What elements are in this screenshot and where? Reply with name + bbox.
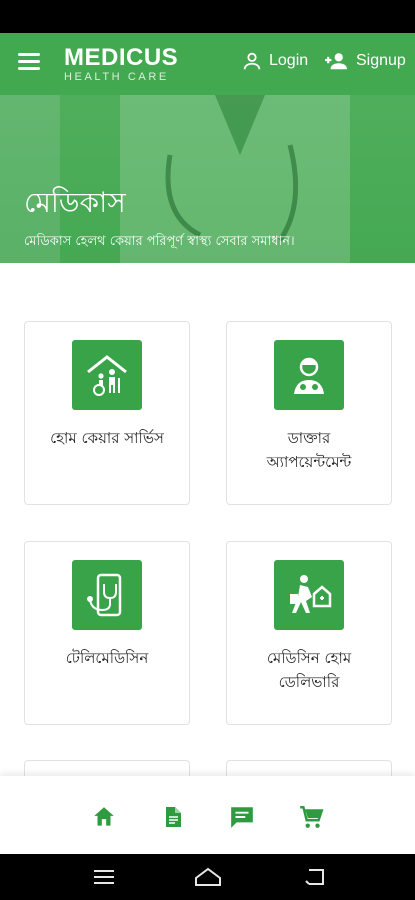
recents-icon[interactable] <box>93 865 115 889</box>
bottom-nav <box>0 776 415 854</box>
back-icon[interactable] <box>305 865 327 889</box>
telemedicine-icon <box>72 560 142 630</box>
hero-title: মেডিকাস <box>24 186 126 219</box>
service-label: মেডিসিন হোম <box>266 649 352 667</box>
login-label: Login <box>269 52 309 69</box>
service-card-medicine-delivery[interactable]: মেডিসিন হোম ডেলিভারি <box>226 541 392 725</box>
add-person-icon <box>322 50 350 72</box>
chat-icon[interactable] <box>228 803 256 831</box>
hero-banner: মেডিকাস মেডিকাস হেলথ কেয়ার পরিপূর্ণ স্ব… <box>0 95 415 263</box>
service-label-line2: অ্যাপয়েন্টমেন্ট <box>266 453 352 471</box>
hero-subtitle: মেডিকাস হেলথ কেয়ার পরিপূর্ণ স্বাস্থ্য স… <box>24 234 295 249</box>
service-label-line2: ডেলিভারি <box>278 673 340 691</box>
system-nav-bar <box>0 854 415 900</box>
brand-logo: MEDICUS HEALTH CARE <box>64 44 179 84</box>
service-card-telemedicine[interactable]: টেলিমেডিসিন <box>24 541 190 725</box>
document-icon[interactable] <box>159 803 187 831</box>
home-care-icon <box>72 340 142 410</box>
service-label: টেলিমেডিসিন <box>65 649 149 667</box>
home-icon[interactable] <box>90 803 118 831</box>
brand-name: MEDICUS <box>64 44 179 71</box>
doctor-icon <box>274 340 344 410</box>
status-bar <box>0 0 415 33</box>
home-nav-icon[interactable] <box>194 865 222 889</box>
cart-icon[interactable] <box>297 803 325 831</box>
login-button[interactable]: Login <box>241 49 308 73</box>
service-label: হোম কেয়ার সার্ভিস <box>50 429 164 447</box>
app-header: MEDICUS HEALTH CARE Login Signup <box>0 33 415 95</box>
signup-button[interactable]: Signup <box>322 49 406 73</box>
medicine-delivery-icon <box>274 560 344 630</box>
menu-icon[interactable] <box>18 53 40 71</box>
signup-label: Signup <box>356 52 406 69</box>
service-card-home-care[interactable]: হোম কেয়ার সার্ভিস <box>24 321 190 505</box>
service-label: ডাক্তার <box>287 429 331 447</box>
brand-subtitle: HEALTH CARE <box>64 71 169 83</box>
person-icon <box>241 50 263 72</box>
service-card-doctor-appointment[interactable]: ডাক্তার অ্যাপয়েন্টমেন্ট <box>226 321 392 505</box>
